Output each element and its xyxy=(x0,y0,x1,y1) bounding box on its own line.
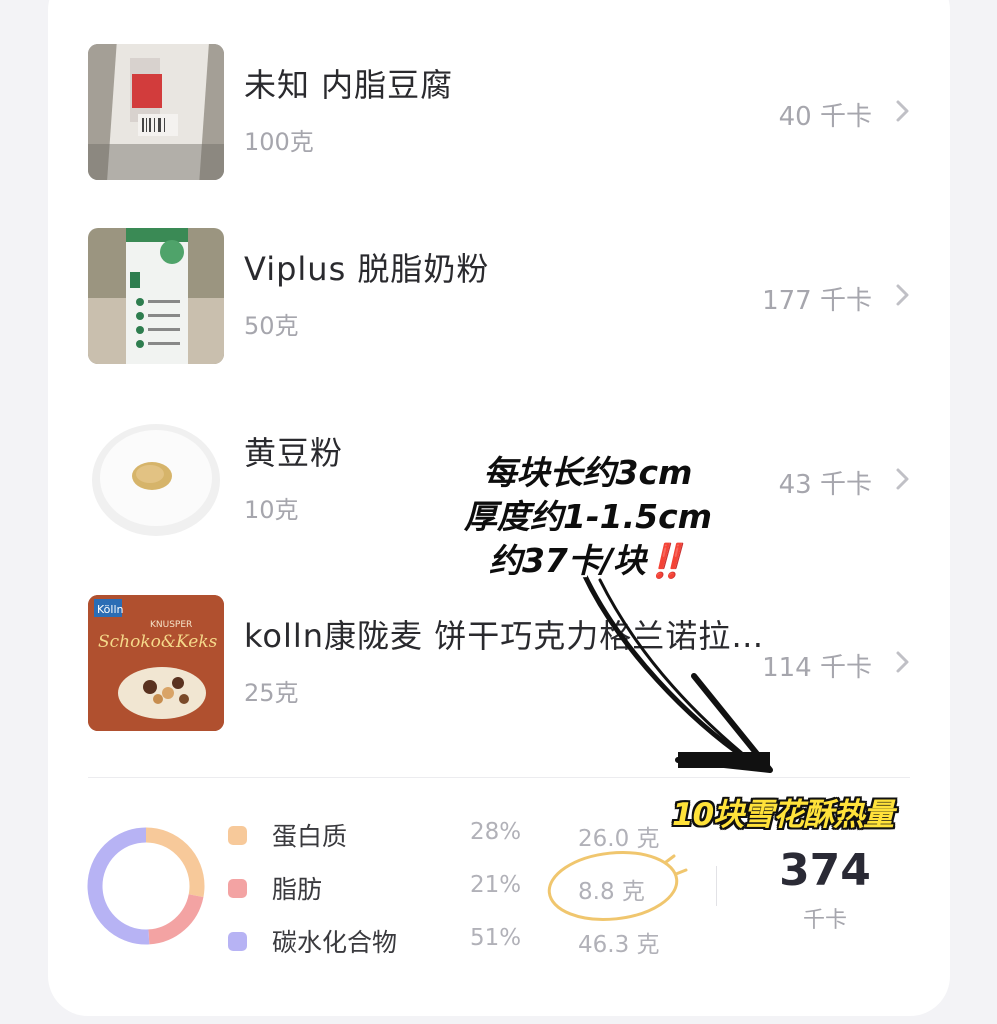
food-name: kolln康陇麦 饼干巧克力格兰诺拉… xyxy=(244,617,765,655)
double-exclamation-icon: ‼️ xyxy=(645,541,688,580)
legend-label: 蛋白质 xyxy=(272,822,348,851)
soybean-powder-image xyxy=(88,412,224,548)
legend-grams: 8.8 克 xyxy=(578,879,645,905)
tofu-image xyxy=(88,44,224,180)
food-quantity: 10克 xyxy=(244,496,299,524)
food-quantity: 25克 xyxy=(244,679,299,707)
food-calories: 114 千卡 xyxy=(762,653,872,683)
chevron-right-icon xyxy=(896,284,909,306)
protein-color-dot xyxy=(228,826,247,845)
food-calories: 40 千卡 xyxy=(778,102,872,132)
food-name: 未知 内脂豆腐 xyxy=(244,66,454,104)
food-item-granola[interactable]: Kölln KNUSPER Schoko&Keks kolln康陇麦 饼干巧克力… xyxy=(88,595,918,735)
milk-powder-image xyxy=(88,228,224,364)
chevron-right-icon xyxy=(896,468,909,490)
granola-image: Kölln KNUSPER Schoko&Keks xyxy=(88,595,224,731)
food-quantity: 50克 xyxy=(244,312,299,340)
legend-row-carbs: 碳水化合物 51% 46.3 克 xyxy=(228,921,688,961)
fat-color-dot xyxy=(228,879,247,898)
food-item-milk-powder[interactable]: Viplus 脱脂奶粉 50克 177 千卡 xyxy=(88,228,918,368)
svg-text:Kölln: Kölln xyxy=(97,603,124,616)
annotation-note-line2: 厚度约1-1.5cm xyxy=(463,497,713,536)
legend-percent: 51% xyxy=(470,925,522,951)
legend-label: 碳水化合物 xyxy=(272,928,398,957)
svg-text:Schoko&Keks: Schoko&Keks xyxy=(98,632,218,652)
legend-row-protein: 蛋白质 28% 26.0 克 xyxy=(228,815,688,855)
legend-percent: 28% xyxy=(470,819,522,845)
carbs-color-dot xyxy=(228,932,247,951)
annotation-note-text: 约37卡/块 xyxy=(488,541,646,580)
annotation-caption: 10块雪花酥热量 xyxy=(672,797,894,833)
food-calories: 177 千卡 xyxy=(762,286,872,316)
legend-grams: 46.3 克 xyxy=(578,932,660,958)
food-item-tofu[interactable]: 未知 内脂豆腐 100克 40 千卡 xyxy=(88,44,918,184)
summary-divider xyxy=(716,866,717,906)
legend-percent: 21% xyxy=(470,872,522,898)
food-quantity: 100克 xyxy=(244,128,314,156)
macro-donut-chart xyxy=(87,827,205,945)
food-name: Viplus 脱脂奶粉 xyxy=(244,250,490,288)
total-calories-unit: 千卡 xyxy=(802,908,847,933)
annotation-note-line3: 约37卡/块‼️ xyxy=(452,534,724,582)
legend-label: 脂肪 xyxy=(272,875,323,904)
chevron-right-icon xyxy=(896,651,909,673)
food-calories: 43 千卡 xyxy=(778,470,872,500)
chevron-right-icon xyxy=(896,100,909,122)
legend-grams: 26.0 克 xyxy=(578,826,660,852)
section-divider xyxy=(88,777,910,778)
food-name: 黄豆粉 xyxy=(244,434,344,472)
svg-text:KNUSPER: KNUSPER xyxy=(150,620,192,630)
total-calories: 374 xyxy=(779,845,871,896)
annotation-note-line1: 每块长约3cm xyxy=(483,453,693,492)
legend-row-fat: 脂肪 21% 8.8 克 xyxy=(228,868,688,908)
